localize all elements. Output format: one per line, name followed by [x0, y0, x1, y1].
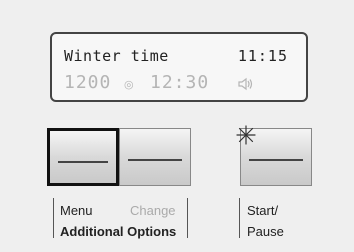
- button-bar: [249, 159, 303, 161]
- menu-button[interactable]: [47, 128, 119, 186]
- program-duration: 12:30: [150, 72, 210, 93]
- control-panel: Winter time 11:15 1200 ◎ 12:30 Menu Chan…: [0, 0, 354, 252]
- lcd-display: Winter time 11:15 1200 ◎ 12:30: [50, 32, 308, 102]
- indicator-light-icon: [235, 124, 257, 151]
- start-label: Start/: [247, 203, 279, 218]
- button-bar: [58, 161, 108, 163]
- speaker-icon: [238, 77, 254, 96]
- display-mode-text: Winter time: [64, 47, 169, 65]
- spin-speed-value: 1200: [64, 72, 112, 93]
- change-label: Change: [130, 203, 176, 218]
- additional-options-label: Additional Options: [60, 224, 177, 239]
- pause-label: Pause: [247, 224, 284, 239]
- change-button[interactable]: [119, 128, 191, 186]
- display-time: 11:15: [237, 47, 288, 65]
- divider-line: [53, 198, 54, 238]
- spin-speed-unit: ◎: [124, 79, 134, 91]
- divider-line: [187, 198, 188, 238]
- menu-label: Menu: [60, 203, 93, 218]
- button-bar: [128, 159, 182, 161]
- divider-line: [239, 198, 240, 238]
